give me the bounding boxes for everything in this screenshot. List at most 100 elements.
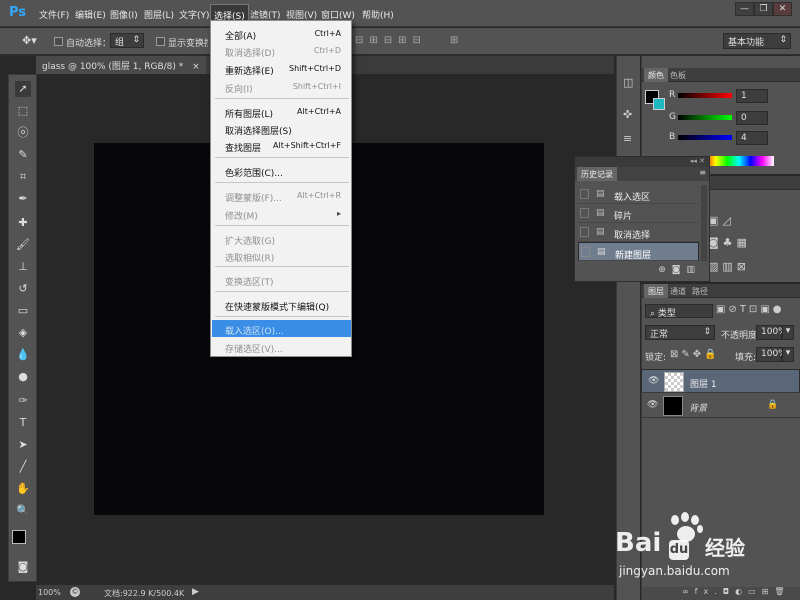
minimize-button[interactable]: — [735, 2, 754, 16]
color-spectrum-bar[interactable] [704, 156, 774, 166]
add-mask-icon[interactable]: ◘ [723, 587, 735, 596]
zoom-level[interactable]: 100% [38, 588, 61, 597]
layer-filter-dropdown[interactable]: ⌕ 类型 [645, 304, 713, 319]
history-item[interactable]: ▤ 新建图层 [578, 242, 699, 261]
histogram-icon[interactable]: ◫ [623, 76, 633, 89]
layer-filter-icons[interactable]: ▣⊘T⊡▣● [716, 304, 785, 315]
trash-icon[interactable]: ▥ [686, 265, 701, 275]
blend-mode-dropdown[interactable]: 正常 ⇕ [645, 325, 715, 340]
layer-row[interactable]: 👁 图层 1 [641, 369, 800, 393]
status-menu-arrow-icon[interactable]: ▶ [192, 587, 199, 597]
tab-channels[interactable]: 通道 [666, 284, 690, 298]
menu-item-deselect-layers[interactable]: 取消选择图层(S) [212, 120, 351, 137]
menu-edit[interactable]: 编辑(E) [75, 8, 106, 21]
new-layer-icon[interactable]: ⊞ [762, 587, 775, 596]
healing-brush-tool-icon[interactable]: ✚ [15, 215, 31, 231]
move-tool-icon[interactable]: ➚ [15, 81, 31, 97]
line-tool-icon[interactable]: ╱ [15, 459, 31, 475]
history-brush-source-box[interactable] [580, 189, 589, 199]
link-layers-icon[interactable]: ∞ [682, 587, 695, 596]
history-brush-source-box[interactable] [581, 247, 590, 257]
r-slider[interactable] [678, 93, 732, 98]
menu-item-grow[interactable]: 扩大选取(G) [212, 230, 351, 247]
close-button[interactable]: ✕ [773, 2, 792, 16]
menu-item-save-selection[interactable]: 存储选区(V)... [212, 338, 351, 355]
g-value-field[interactable]: 0 [736, 111, 768, 125]
close-icon[interactable]: × [192, 62, 200, 72]
quick-mask-icon[interactable]: ◙ [15, 559, 31, 575]
menu-item-load-selection[interactable]: 载入选区(O)... [212, 320, 351, 337]
fx-icon[interactable]: fx. [695, 587, 723, 596]
eye-icon[interactable]: 👁 [647, 400, 658, 410]
adjustment-icons-row2[interactable]: ◙♣▦ [708, 236, 751, 249]
eraser-tool-icon[interactable]: ▭ [15, 303, 31, 319]
layer-row[interactable]: 👁 背景 🔒 [641, 394, 800, 418]
tab-swatches[interactable]: 色板 [666, 68, 690, 82]
opacity-slider-toggle-icon[interactable]: ▾ [782, 325, 794, 340]
marquee-tool-icon[interactable]: ⬚ [15, 103, 31, 119]
brush-presets-icon[interactable]: ≡ [623, 132, 632, 145]
type-tool-icon[interactable]: T [15, 415, 31, 431]
tab-layers[interactable]: 图层 [644, 284, 668, 298]
r-value-field[interactable]: 1 [736, 89, 768, 103]
distribute-icon[interactable]: ⊞ [450, 35, 458, 46]
menu-item-select-all[interactable]: 全部(A) Ctrl+A [212, 25, 351, 42]
brush-tool-icon[interactable]: 🖌 [15, 237, 31, 253]
tab-color[interactable]: 颜色 [644, 68, 668, 82]
menu-item-find-layers[interactable]: 查找图层 Alt+Shift+Ctrl+F [212, 137, 351, 154]
document-info[interactable]: 文档:922.9 K/500.4K [104, 588, 184, 599]
menu-type[interactable]: 文字(Y) [179, 8, 210, 21]
adjustment-icons-row1[interactable]: ▣◿ [708, 214, 735, 227]
menu-item-transform-selection[interactable]: 变换选区(T) [212, 271, 351, 288]
menu-file[interactable]: 文件(F) [39, 8, 69, 21]
quick-select-tool-icon[interactable]: ✎ [15, 147, 31, 163]
path-select-tool-icon[interactable]: ➤ [15, 437, 31, 453]
crop-tool-icon[interactable]: ⌗ [15, 169, 31, 185]
foreground-color-swatch[interactable] [12, 530, 26, 544]
tool-presets-icon[interactable]: ✜ [623, 108, 632, 121]
menu-item-refine-mask[interactable]: 调整蒙版(F)... Alt+Ctrl+R [212, 187, 351, 204]
menu-help[interactable]: 帮助(H) [362, 8, 394, 21]
zoom-tool-icon[interactable]: 🔍 [15, 503, 31, 519]
adjustment-icons-row3[interactable]: ▨▥⊠ [708, 260, 750, 273]
history-brush-source-box[interactable] [580, 208, 589, 218]
history-item[interactable]: ▤ 碎片 [578, 204, 699, 223]
tab-paths[interactable]: 路径 [688, 284, 712, 298]
color-background-swatch[interactable] [653, 98, 665, 110]
history-scrollbar[interactable] [701, 185, 707, 261]
paint-bucket-tool-icon[interactable]: ◈ [15, 325, 31, 341]
menu-item-quick-mask[interactable]: 在快速蒙版模式下编辑(Q) [212, 296, 351, 313]
document-tab[interactable]: glass @ 100% (图层 1, RGB/8) * × [36, 56, 206, 74]
hand-tool-icon[interactable]: ✋ [15, 481, 31, 497]
new-adjustment-icon[interactable]: ◐ [735, 587, 748, 596]
lasso-tool-icon[interactable]: ⓞ [15, 125, 31, 141]
delete-layer-icon[interactable]: 🗑 [774, 587, 790, 596]
workspace-dropdown[interactable]: 基本功能 ⇕ [723, 33, 791, 49]
layer-name[interactable]: 背景 [689, 401, 707, 414]
panel-menu-icon[interactable]: ≡ [699, 168, 706, 177]
menu-item-reselect[interactable]: 重新选择(E) Shift+Ctrl+D [212, 60, 351, 77]
history-brush-source-box[interactable] [580, 227, 589, 237]
menu-item-inverse[interactable]: 反向(I) Shift+Ctrl+I [212, 78, 351, 95]
eyedropper-tool-icon[interactable]: ✒ [15, 191, 31, 207]
menu-item-modify[interactable]: 修改(M) ▸ [212, 205, 351, 222]
fill-slider-toggle-icon[interactable]: ▾ [782, 347, 794, 362]
menu-item-deselect[interactable]: 取消选择(D) Ctrl+D [212, 42, 351, 59]
layer-name[interactable]: 图层 1 [690, 377, 717, 390]
clone-stamp-tool-icon[interactable]: ⊥ [15, 259, 31, 275]
auto-select-checkbox[interactable] [54, 37, 63, 46]
lock-icons[interactable]: ⊠✎✥🔒 [670, 349, 720, 360]
history-panel-grip[interactable]: ◂◂ ✕ [575, 157, 709, 167]
align-icons[interactable]: ⊟⊞⊟⊞⊟ [355, 35, 427, 46]
camera-icon[interactable]: ◙ [672, 265, 687, 275]
opacity-field[interactable]: 100% [756, 325, 787, 340]
menu-item-all-layers[interactable]: 所有图层(L) Alt+Ctrl+A [212, 103, 351, 120]
fill-field[interactable]: 100% [756, 347, 787, 362]
menu-image[interactable]: 图像(I) [110, 8, 138, 21]
pen-tool-icon[interactable]: ✑ [15, 393, 31, 409]
history-item[interactable]: ▤ 取消选择 [578, 223, 699, 242]
restore-button[interactable]: ❐ [754, 2, 773, 16]
g-slider[interactable] [678, 115, 732, 120]
b-value-field[interactable]: 4 [736, 131, 768, 145]
new-group-icon[interactable]: ▭ [748, 587, 762, 596]
